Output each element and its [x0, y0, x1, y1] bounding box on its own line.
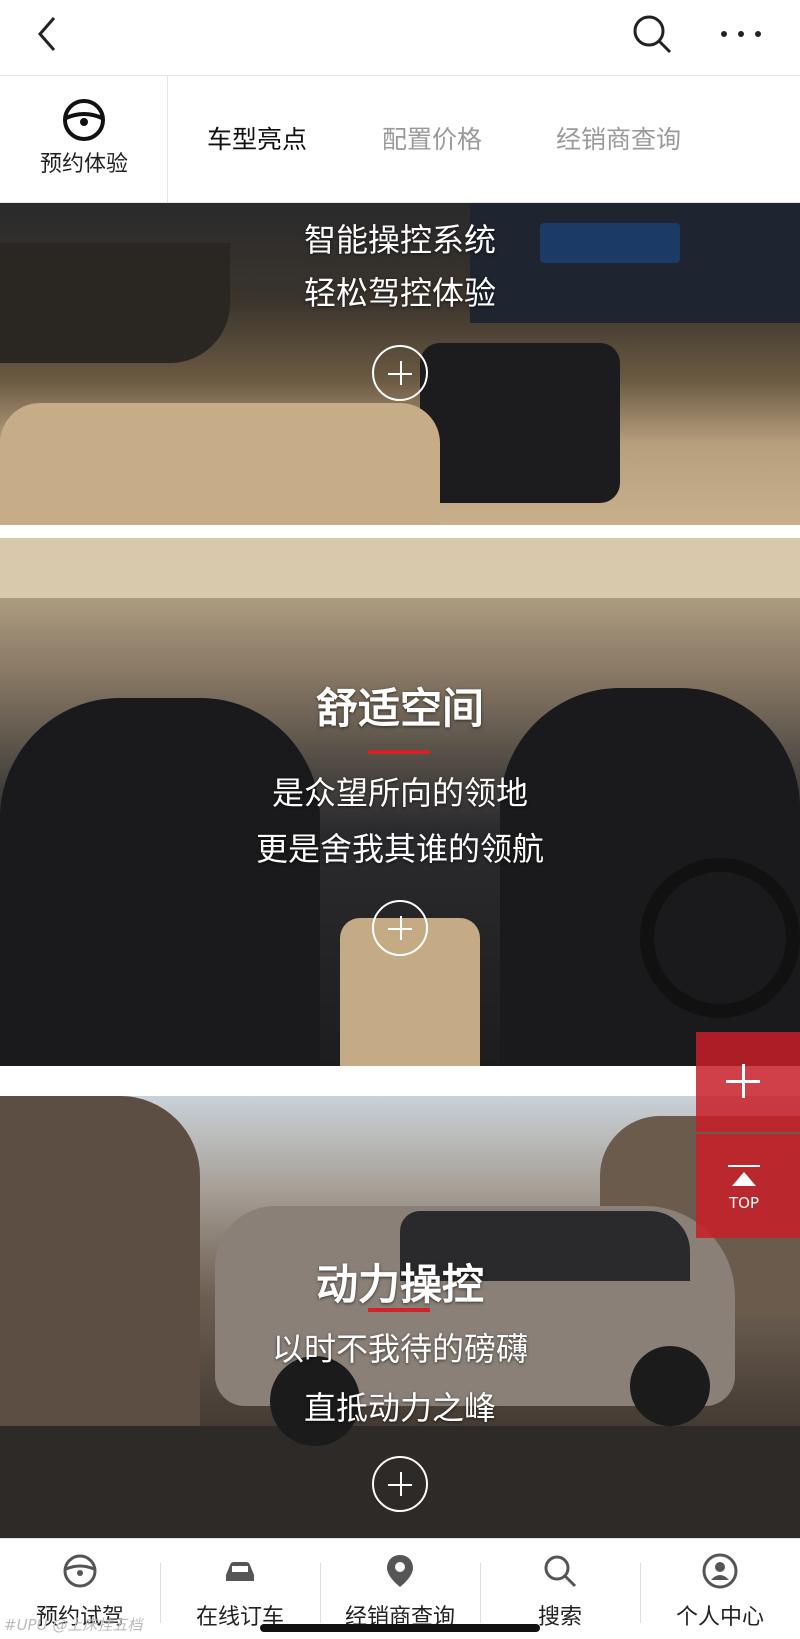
more-options-icon[interactable]: [716, 14, 766, 54]
panel-title: 舒适空间: [315, 684, 484, 733]
section-nav: 预约体验 车型亮点 配置价格 经销商查询: [0, 76, 800, 203]
floating-add-button[interactable]: [696, 1032, 800, 1132]
expand-plus-icon[interactable]: [372, 1456, 428, 1512]
top-bar: [0, 0, 800, 76]
panel-line: 直抵动力之峰: [303, 1389, 496, 1427]
feature-panel-power-control[interactable]: 动力操控 以时不我待的磅礴 直抵动力之峰: [0, 1096, 800, 1538]
back-arrow-icon[interactable]: [30, 14, 70, 54]
tab-dealer-search[interactable]: 经销商查询: [556, 120, 681, 156]
back-to-top-button[interactable]: TOP: [696, 1134, 800, 1238]
book-experience-button[interactable]: 预约体验: [0, 76, 168, 203]
car-icon: [226, 1562, 254, 1581]
watermark: #UPU @上床挂五档: [4, 1616, 143, 1634]
panel-line: 是众望所向的领地: [271, 774, 528, 812]
divider: [0, 1066, 800, 1096]
top-label: TOP: [728, 1194, 759, 1212]
up-arrow-icon: [728, 1165, 760, 1186]
expand-plus-icon[interactable]: [372, 345, 428, 401]
steering-wheel-icon: [63, 99, 105, 141]
panel-line: 更是舍我其谁的领航: [255, 830, 544, 868]
title-underline: [368, 1308, 430, 1312]
title-underline: [368, 750, 430, 754]
panel-line: 轻松驾控体验: [303, 274, 496, 312]
nav-label: 个人中心: [675, 1605, 764, 1630]
search-icon: [544, 1555, 577, 1588]
steering-wheel-icon: [63, 1554, 97, 1588]
search-icon[interactable]: [630, 12, 674, 56]
nav-user-center[interactable]: 个人中心: [640, 1539, 800, 1639]
panel-line: 智能操控系统: [303, 221, 496, 259]
panel-title: 动力操控: [315, 1260, 484, 1309]
tab-highlights[interactable]: 车型亮点: [207, 120, 307, 156]
home-indicator[interactable]: [260, 1624, 540, 1632]
location-pin-icon: [387, 1555, 413, 1587]
expand-plus-icon[interactable]: [372, 900, 428, 956]
book-experience-label: 预约体验: [39, 152, 128, 177]
tab-config-price[interactable]: 配置价格: [382, 120, 482, 156]
divider: [0, 525, 800, 538]
feature-panel-smart-control[interactable]: 智能操控系统 轻松驾控体验: [0, 203, 800, 525]
feature-panel-comfort-space[interactable]: 舒适空间 是众望所向的领地 更是舍我其谁的领航: [0, 538, 800, 1066]
panel-line: 以时不我待的磅礴: [271, 1330, 528, 1368]
user-icon: [702, 1553, 738, 1589]
